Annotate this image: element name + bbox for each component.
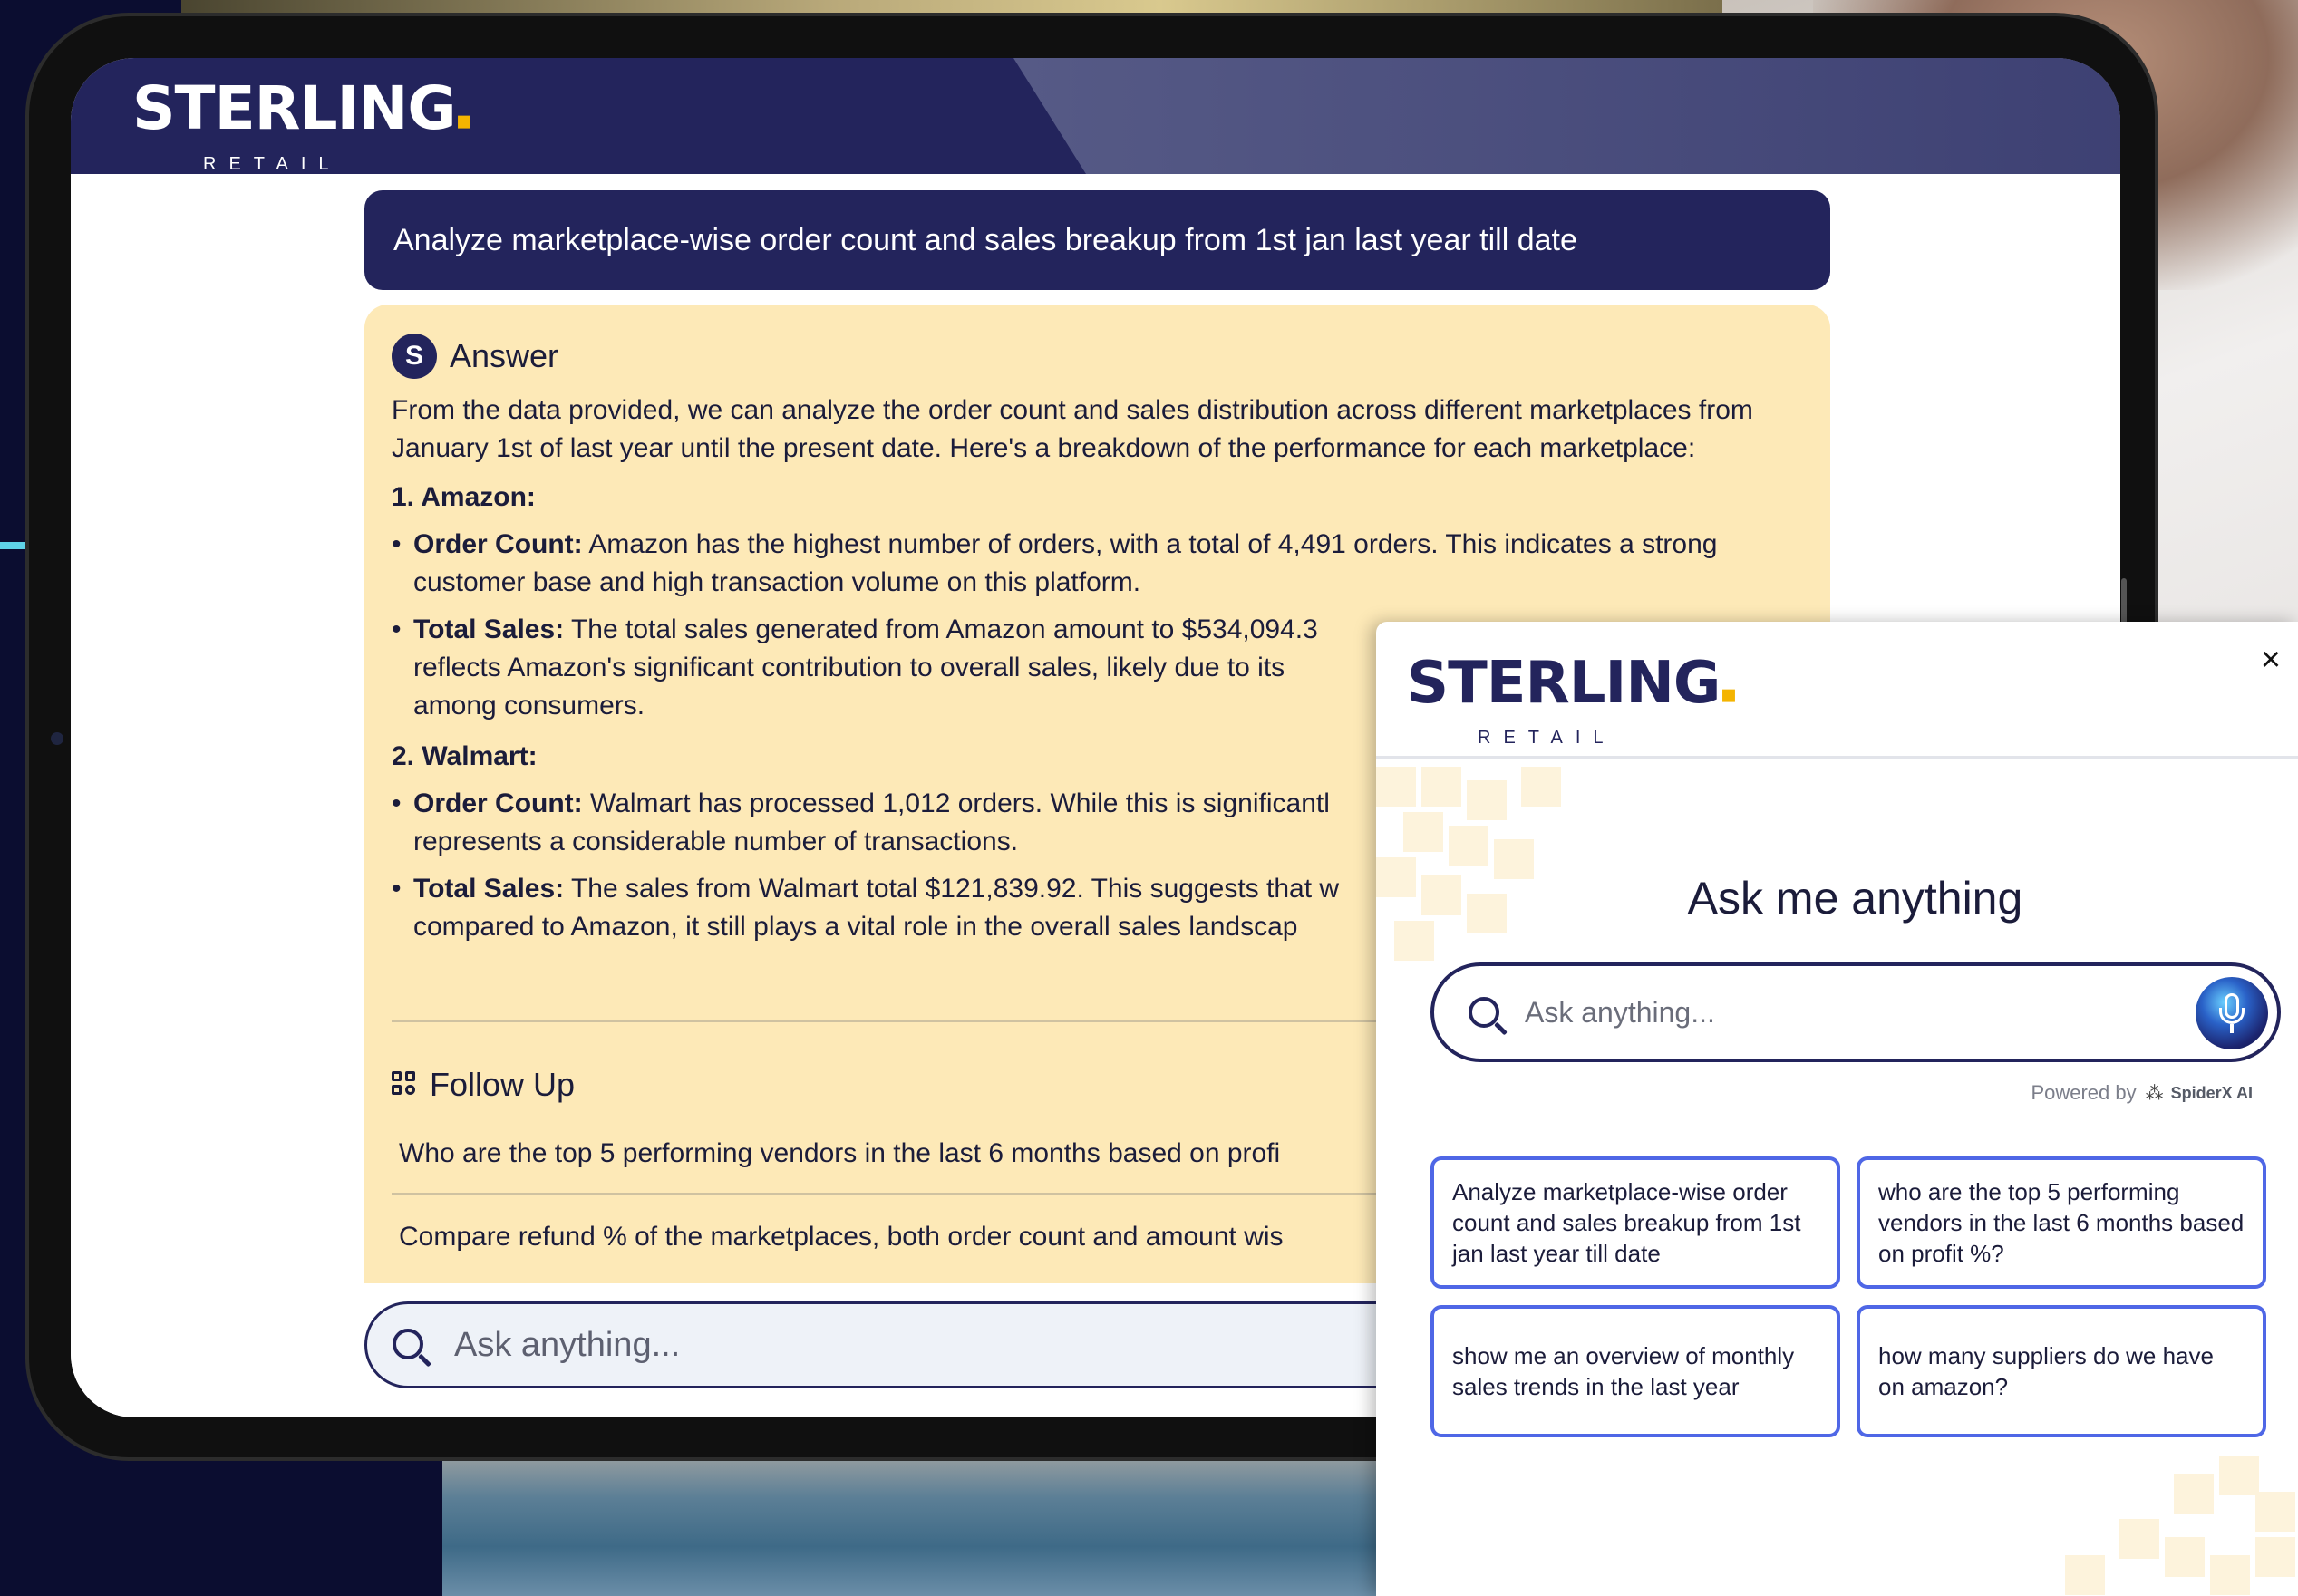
close-button[interactable]: × bbox=[2253, 642, 2289, 678]
widget-title: Ask me anything bbox=[1687, 873, 2023, 924]
answer-title: Answer bbox=[450, 337, 559, 374]
bullet-label: Total Sales: bbox=[413, 614, 565, 644]
suggestion-card[interactable]: how many suppliers do we have on amazon? bbox=[1857, 1305, 2266, 1437]
logo-subtitle: RETAIL bbox=[1478, 728, 1616, 748]
logo-wordmark: STERLING▪ bbox=[132, 73, 472, 143]
spiderx-logo-icon: ⁂ bbox=[2145, 1083, 2164, 1104]
bullet-text: The sales from Walmart total $121,839.92… bbox=[564, 874, 1340, 904]
header-highlight bbox=[1013, 58, 2120, 174]
microphone-button[interactable] bbox=[2196, 977, 2268, 1049]
bullet-label: Total Sales: bbox=[413, 874, 565, 904]
bullet-text-cont: compared to Amazon, it still plays a vit… bbox=[413, 912, 1298, 942]
suggestion-card[interactable]: Analyze marketplace-wise order count and… bbox=[1430, 1156, 1840, 1289]
widget-divider bbox=[1376, 756, 2298, 759]
section-heading-amazon: 1. Amazon: bbox=[392, 482, 536, 512]
powered-by: Powered by ⁂ SpiderX AI bbox=[2031, 1081, 2253, 1105]
bullet-amazon-orders: Order Count: Amazon has the highest numb… bbox=[392, 526, 1806, 602]
bullet-text-cont: among consumers. bbox=[413, 691, 645, 721]
bullet-text-cont: reflects Amazon's significant contributi… bbox=[413, 653, 1285, 682]
bullet-text: The total sales generated from Amazon am… bbox=[564, 614, 1318, 644]
suggestion-text: who are the top 5 performing vendors in … bbox=[1878, 1178, 2245, 1267]
follow-up-item[interactable]: Who are the top 5 performing vendors in … bbox=[399, 1138, 1280, 1169]
assistant-avatar-icon: S bbox=[392, 334, 437, 379]
user-question: Analyze marketplace-wise order count and… bbox=[364, 190, 1830, 290]
answer-header: S Answer bbox=[392, 334, 558, 379]
widget-logo: STERLING▪ RETAIL bbox=[1407, 650, 1737, 748]
bullet-text: Amazon has the highest number of orders,… bbox=[413, 529, 1718, 597]
suggestion-card[interactable]: who are the top 5 performing vendors in … bbox=[1857, 1156, 2266, 1289]
suggestion-text: how many suppliers do we have on amazon? bbox=[1878, 1342, 2214, 1400]
logo-wordmark: STERLING▪ bbox=[1407, 650, 1737, 717]
powered-by-label: Powered by bbox=[2031, 1081, 2137, 1104]
suggestion-text: Analyze marketplace-wise order count and… bbox=[1452, 1178, 1801, 1267]
bullet-label: Order Count: bbox=[413, 529, 583, 559]
camera-dot bbox=[51, 732, 63, 745]
search-placeholder: Ask anything... bbox=[454, 1326, 681, 1364]
follow-up-icon bbox=[392, 1071, 419, 1098]
bullet-label: Order Count: bbox=[413, 788, 583, 818]
app-header: STERLING▪ RETAIL bbox=[71, 58, 2120, 174]
search-icon bbox=[1469, 997, 1499, 1028]
follow-up-item[interactable]: Compare refund % of the marketplaces, bo… bbox=[399, 1222, 1284, 1253]
ask-widget: STERLING▪ RETAIL × Ask me anything Ask a… bbox=[1376, 622, 2298, 1596]
bullet-text: Walmart has processed 1,012 orders. Whil… bbox=[582, 788, 1330, 818]
answer-intro: From the data provided, we can analyze t… bbox=[392, 395, 1753, 463]
follow-up-header: Follow Up bbox=[392, 1066, 575, 1104]
widget-search-input[interactable]: Ask anything... bbox=[1430, 962, 2281, 1062]
powered-by-brand: SpiderX AI bbox=[2170, 1083, 2253, 1102]
logo-subtitle: RETAIL bbox=[203, 154, 342, 174]
bullet-text-cont: represents a considerable number of tran… bbox=[413, 827, 1019, 856]
suggestion-text: show me an overview of monthly sales tre… bbox=[1452, 1342, 1795, 1400]
follow-up-title: Follow Up bbox=[430, 1066, 576, 1103]
sterling-logo: STERLING▪ RETAIL bbox=[132, 73, 472, 175]
search-icon bbox=[393, 1329, 423, 1359]
search-placeholder: Ask anything... bbox=[1525, 996, 1715, 1029]
accent-line bbox=[0, 542, 33, 549]
suggestion-card[interactable]: show me an overview of monthly sales tre… bbox=[1430, 1305, 1840, 1437]
